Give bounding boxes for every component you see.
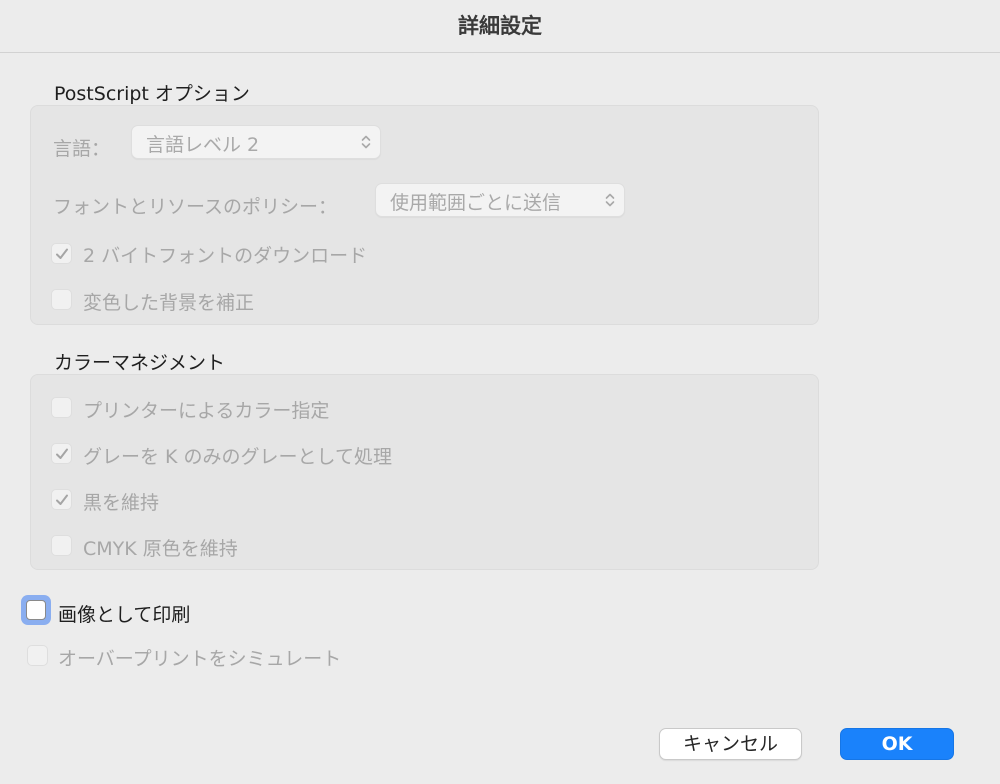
print-as-image-label[interactable]: 画像として印刷 [58, 600, 190, 627]
ok-button[interactable]: OK [840, 728, 954, 760]
checkmark-icon [56, 494, 68, 505]
font-policy-popup[interactable]: 使用範囲ごとに送信 [375, 183, 625, 217]
print-as-image-checkbox[interactable] [21, 595, 51, 625]
chevron-updown-icon [605, 193, 615, 207]
printer-color-label: プリンターによるカラー指定 [83, 400, 330, 422]
checkmark-icon [56, 248, 68, 259]
correct-discolored-bg-checkbox[interactable] [51, 289, 72, 310]
keep-cmyk-checkbox[interactable] [51, 535, 72, 556]
color-management-group: プリンターによるカラー指定 グレーを K のみのグレーとして処理 黒を維持 CM… [30, 374, 819, 570]
language-label: 言語： [53, 138, 111, 160]
download-2byte-fonts-label: 2 バイトフォントのダウンロード [83, 245, 368, 267]
title-bar: 詳細設定 [0, 0, 1000, 53]
gray-k-only-checkbox[interactable] [51, 443, 72, 464]
language-level-value: 言語レベル 2 [146, 134, 260, 156]
postscript-options-group: 言語： 言語レベル 2 フォントとリソースのポリシー： 使用範囲ごとに送信 2 … [30, 105, 819, 325]
simulate-overprint-checkbox[interactable] [27, 645, 48, 666]
postscript-section-title: PostScript オプション [54, 83, 250, 105]
keep-black-checkbox[interactable] [51, 489, 72, 510]
correct-discolored-bg-label: 変色した背景を補正 [83, 292, 255, 314]
font-policy-label: フォントとリソースのポリシー： [53, 196, 338, 218]
color-management-section-title: カラーマネジメント [54, 352, 226, 374]
keep-cmyk-label: CMYK 原色を維持 [83, 538, 238, 560]
dialog-title: 詳細設定 [458, 14, 542, 38]
language-level-popup[interactable]: 言語レベル 2 [131, 125, 381, 159]
checkmark-icon [56, 448, 68, 459]
chevron-updown-icon [361, 135, 371, 149]
cancel-button[interactable]: キャンセル [659, 728, 802, 760]
printer-color-checkbox[interactable] [51, 397, 72, 418]
checkbox-box [26, 600, 46, 620]
keep-black-label: 黒を維持 [83, 492, 160, 514]
download-2byte-fonts-checkbox[interactable] [51, 243, 72, 264]
gray-k-only-label: グレーを K のみのグレーとして処理 [83, 446, 392, 468]
simulate-overprint-label: オーバープリントをシミュレート [58, 648, 342, 670]
font-policy-value: 使用範囲ごとに送信 [390, 192, 562, 214]
